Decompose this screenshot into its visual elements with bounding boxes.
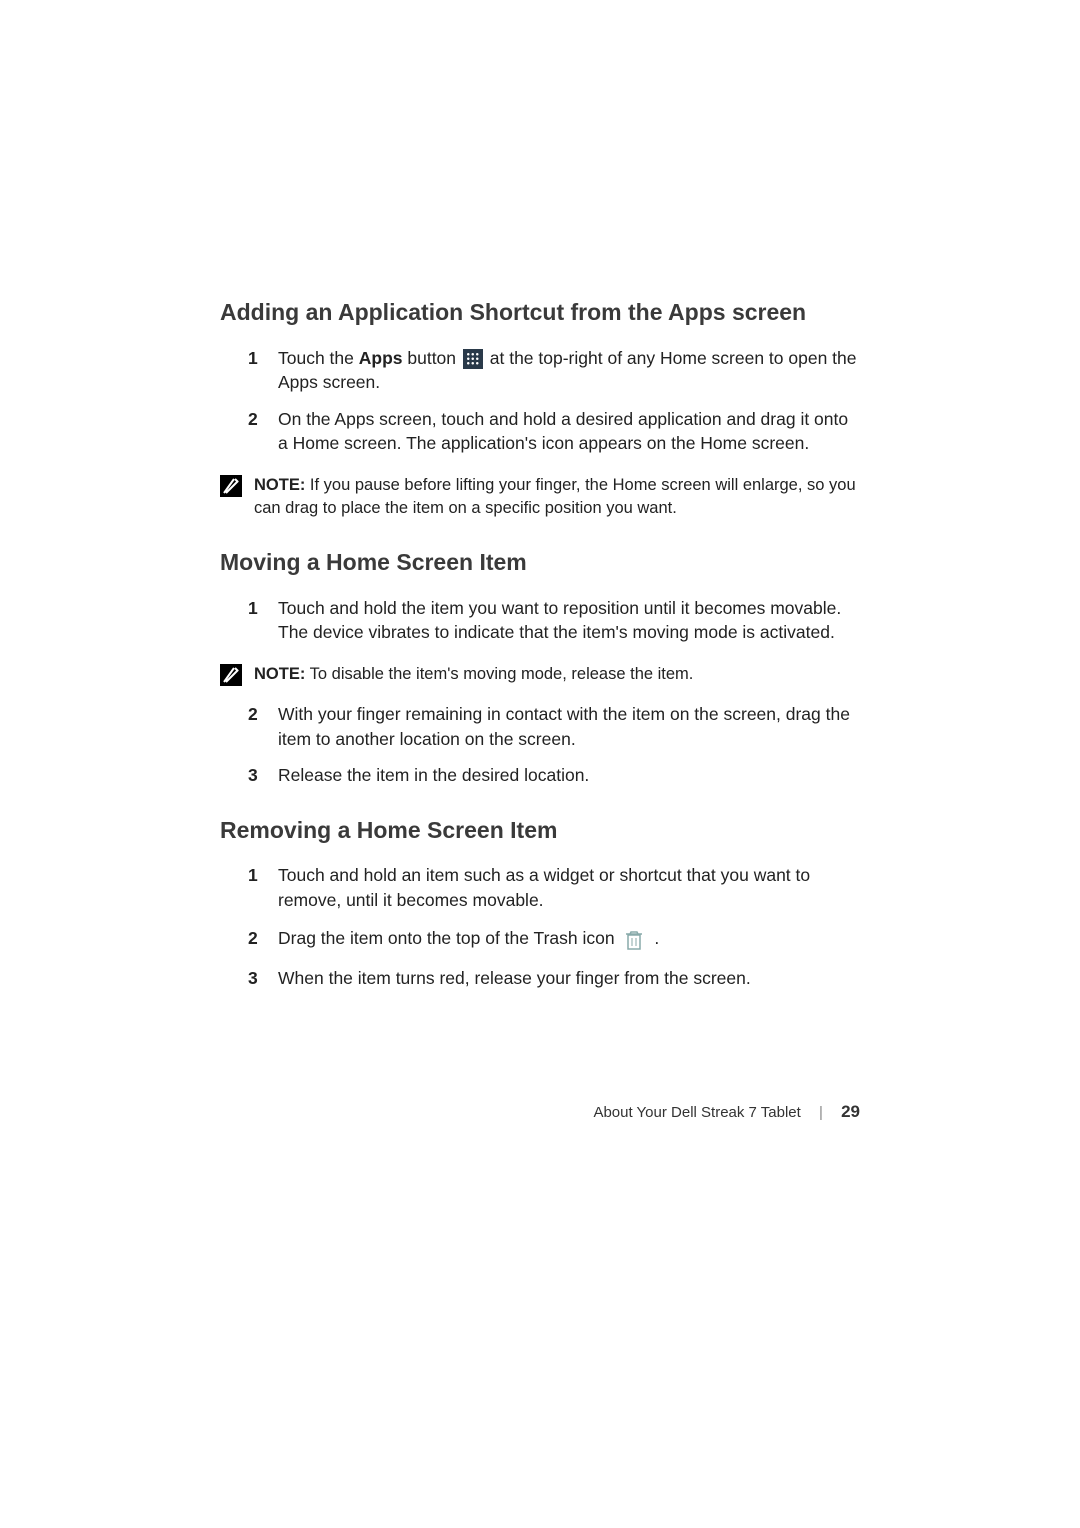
footer-text: About Your Dell Streak 7 Tablet bbox=[593, 1104, 800, 1121]
step-item: 2 With your finger remaining in contact … bbox=[248, 702, 860, 751]
apps-icon bbox=[463, 349, 483, 369]
step-text: With your finger remaining in contact wi… bbox=[278, 702, 860, 751]
step-item: 3 Release the item in the desired locati… bbox=[248, 763, 860, 788]
text-fragment: If you pause before lifting your finger,… bbox=[254, 476, 856, 517]
note-text: NOTE: If you pause before lifting your f… bbox=[254, 474, 860, 520]
step-number: 1 bbox=[248, 863, 274, 888]
text-fragment: Drag the item onto the top of the Trash … bbox=[278, 928, 619, 948]
step-number: 2 bbox=[248, 926, 274, 951]
text-bold: Apps bbox=[359, 348, 403, 368]
note-label: NOTE: bbox=[254, 665, 305, 683]
step-number: 3 bbox=[248, 966, 274, 991]
note-label: NOTE: bbox=[254, 476, 305, 494]
page-number: 29 bbox=[841, 1102, 860, 1121]
text-fragment: . bbox=[649, 928, 659, 948]
step-text: When the item turns red, release your fi… bbox=[278, 966, 860, 991]
text-fragment: button bbox=[403, 348, 461, 368]
step-number: 2 bbox=[248, 407, 274, 432]
step-item: 1 Touch the Apps button at the top-right… bbox=[248, 346, 860, 395]
document-page: Adding an Application Shortcut from the … bbox=[0, 0, 1080, 990]
step-text: On the Apps screen, touch and hold a des… bbox=[278, 407, 860, 456]
step-text: Release the item in the desired location… bbox=[278, 763, 860, 788]
section-heading-moving-item: Moving a Home Screen Item bbox=[220, 548, 860, 578]
step-list-moving-item-a: 1 Touch and hold the item you want to re… bbox=[248, 596, 860, 645]
step-item: 2 Drag the item onto the top of the Tras… bbox=[248, 926, 860, 951]
note-text: NOTE: To disable the item's moving mode,… bbox=[254, 663, 860, 686]
step-number: 1 bbox=[248, 346, 274, 371]
step-item: 1 Touch and hold an item such as a widge… bbox=[248, 863, 860, 912]
step-item: 2 On the Apps screen, touch and hold a d… bbox=[248, 407, 860, 456]
step-number: 3 bbox=[248, 763, 274, 788]
text-fragment: Touch the bbox=[278, 348, 359, 368]
footer-separator: | bbox=[819, 1104, 823, 1121]
step-item: 1 Touch and hold the item you want to re… bbox=[248, 596, 860, 645]
step-text: Touch and hold an item such as a widget … bbox=[278, 863, 860, 912]
step-list-moving-item-b: 2 With your finger remaining in contact … bbox=[248, 702, 860, 788]
section-heading-adding-shortcut: Adding an Application Shortcut from the … bbox=[220, 298, 860, 328]
step-text: Drag the item onto the top of the Trash … bbox=[278, 926, 860, 951]
step-list-removing-item: 1 Touch and hold an item such as a widge… bbox=[248, 863, 860, 990]
note-icon bbox=[220, 475, 242, 497]
text-fragment: To disable the item's moving mode, relea… bbox=[305, 665, 693, 683]
page-footer: About Your Dell Streak 7 Tablet | 29 bbox=[0, 1102, 1080, 1122]
note-icon bbox=[220, 664, 242, 686]
step-list-adding-shortcut: 1 Touch the Apps button at the top-right… bbox=[248, 346, 860, 456]
step-number: 2 bbox=[248, 702, 274, 727]
step-number: 1 bbox=[248, 596, 274, 621]
section-heading-removing-item: Removing a Home Screen Item bbox=[220, 816, 860, 846]
note-block: NOTE: If you pause before lifting your f… bbox=[220, 474, 860, 520]
note-block: NOTE: To disable the item's moving mode,… bbox=[220, 663, 860, 686]
trash-icon bbox=[623, 928, 645, 952]
step-text: Touch the Apps button at the top-right o… bbox=[278, 346, 860, 395]
step-item: 3 When the item turns red, release your … bbox=[248, 966, 860, 991]
step-text: Touch and hold the item you want to repo… bbox=[278, 596, 860, 645]
